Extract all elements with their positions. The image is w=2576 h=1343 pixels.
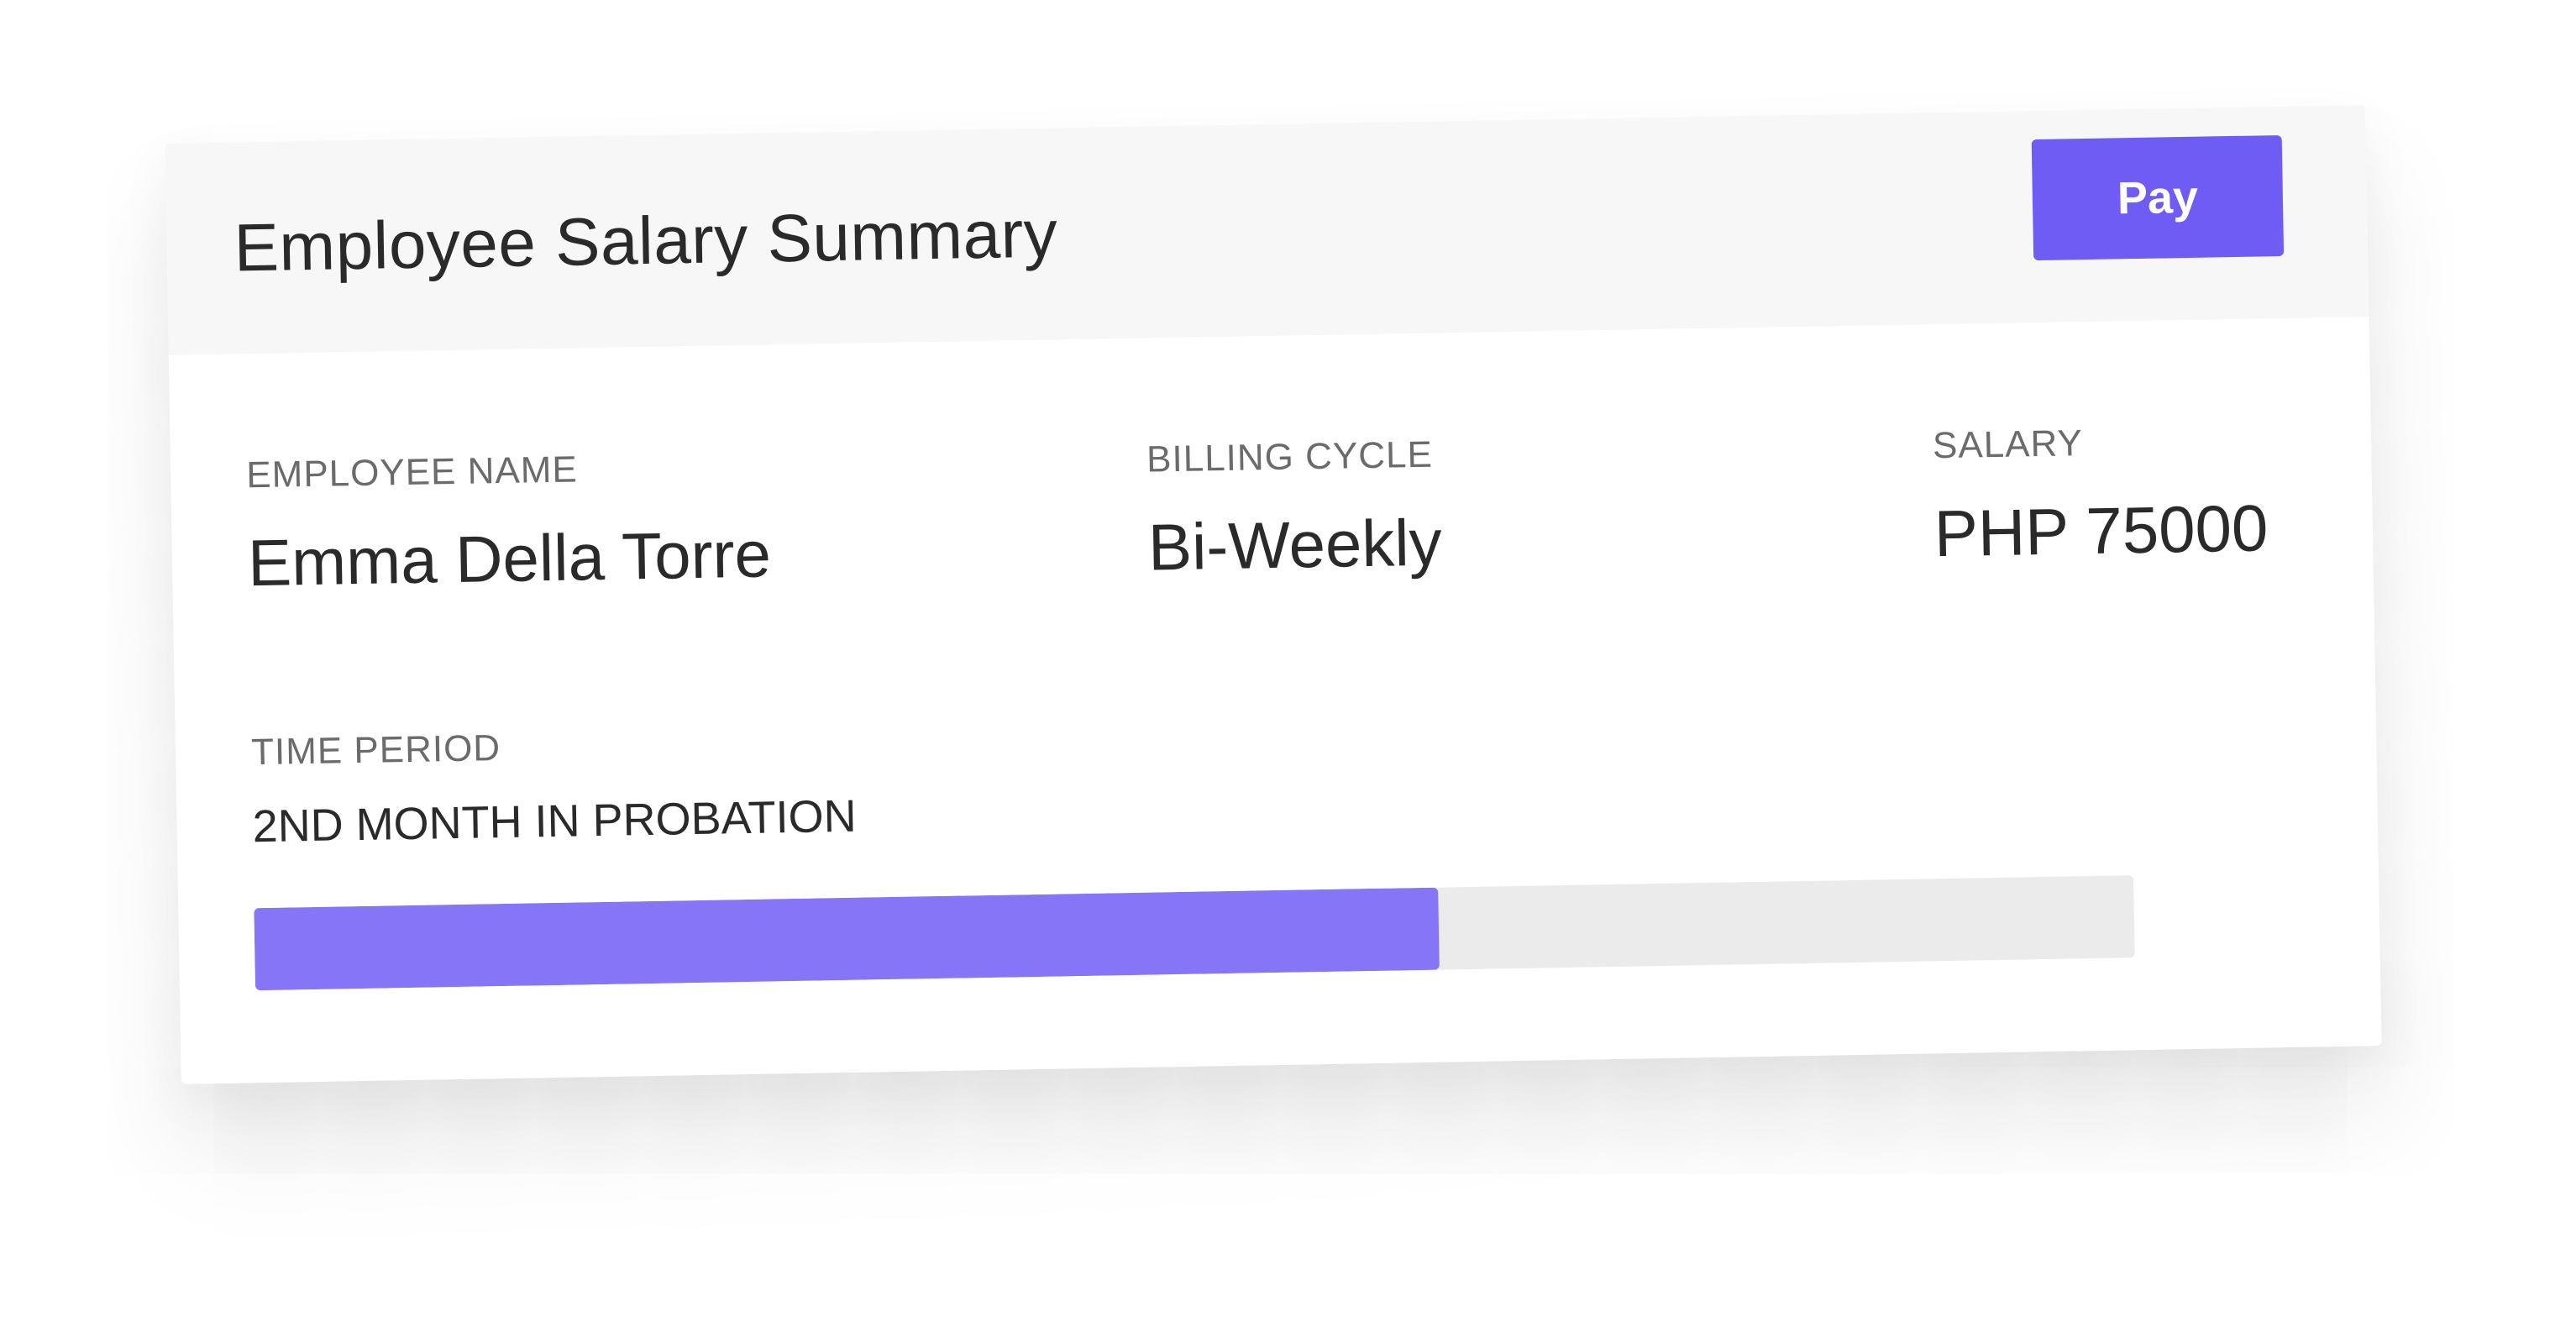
employee-name-label: EMPLOYEE NAME <box>245 449 579 496</box>
salary-field: SALARY PHP 75000 <box>1933 419 2269 572</box>
card-header: Employee Salary Summary Pay <box>165 105 2369 355</box>
employee-name-field: EMPLOYEE NAME Emma Della Torre <box>246 445 772 601</box>
probation-progress-bar <box>254 875 2135 991</box>
billing-cycle-label: BILLING CYCLE <box>1146 433 1434 480</box>
card-body: EMPLOYEE NAME Emma Della Torre BILLING C… <box>168 317 2382 1084</box>
salary-summary-card: Employee Salary Summary Pay EMPLOYEE NAM… <box>165 105 2382 1084</box>
card-title: Employee Salary Summary <box>233 196 1058 286</box>
time-period-value: 2ND MONTH IN PROBATION <box>252 790 858 852</box>
time-period-field: TIME PERIOD 2ND MONTH IN PROBATION <box>251 721 857 853</box>
billing-cycle-value: Bi-Weekly <box>1147 505 1443 585</box>
page-background: Employee Salary Summary Pay EMPLOYEE NAM… <box>0 0 2576 1343</box>
pay-button[interactable]: Pay <box>2031 134 2285 261</box>
billing-cycle-field: BILLING CYCLE Bi-Weekly <box>1146 434 1443 586</box>
salary-label: SALARY <box>1932 422 2084 467</box>
employee-name-value: Emma Della Torre <box>247 517 772 601</box>
time-period-label: TIME PERIOD <box>250 727 501 774</box>
salary-value: PHP 75000 <box>1933 491 2269 571</box>
probation-progress-fill <box>254 887 1440 991</box>
